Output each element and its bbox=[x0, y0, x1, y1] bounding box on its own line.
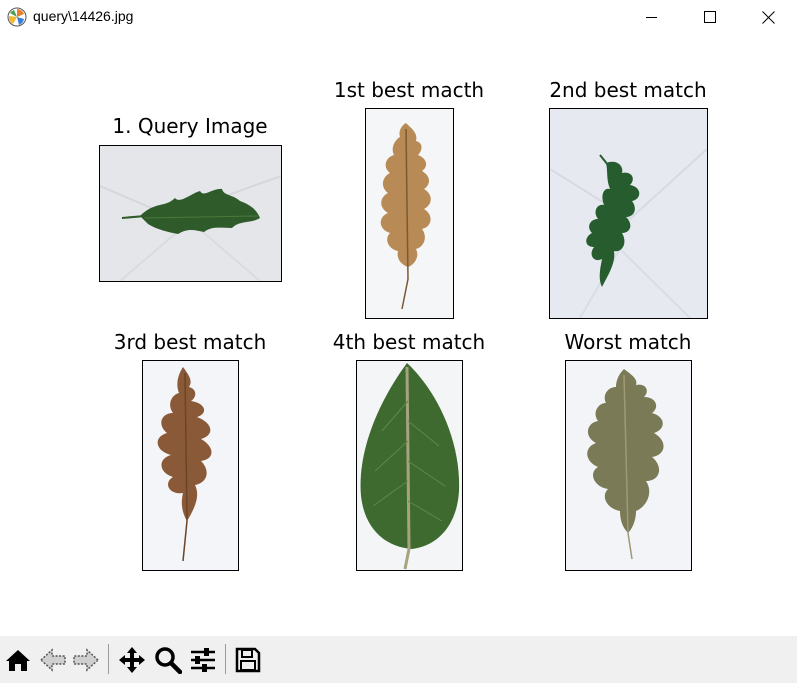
back-button[interactable] bbox=[38, 645, 68, 675]
worst-match-image bbox=[565, 360, 692, 571]
forward-arrow-icon bbox=[73, 648, 100, 672]
back-arrow-icon bbox=[39, 648, 66, 672]
home-button[interactable] bbox=[3, 645, 33, 675]
close-icon bbox=[761, 10, 775, 24]
close-button[interactable] bbox=[739, 0, 797, 34]
save-button[interactable] bbox=[233, 645, 263, 675]
match-1-title: 1st best macth bbox=[333, 78, 485, 102]
match-4-title: 4th best match bbox=[332, 330, 486, 354]
window-titlebar: query\14426.jpg bbox=[0, 0, 797, 34]
match-4-image bbox=[356, 360, 463, 571]
figure-canvas[interactable]: 1. Query Image 1st best macth 2nd best m… bbox=[0, 34, 797, 636]
match-3-image bbox=[142, 360, 239, 571]
minimize-icon bbox=[646, 17, 657, 18]
save-icon bbox=[235, 647, 261, 673]
maximize-icon bbox=[704, 11, 716, 23]
match-1-image bbox=[365, 108, 454, 319]
zoom-icon bbox=[155, 647, 182, 674]
home-icon bbox=[6, 650, 30, 671]
match-2-image bbox=[549, 108, 708, 319]
query-image-title: 1. Query Image bbox=[112, 114, 268, 138]
maximize-button[interactable] bbox=[681, 0, 739, 34]
match-5-title: Worst match bbox=[564, 330, 692, 354]
query-image bbox=[99, 145, 282, 282]
configure-subplots-button[interactable] bbox=[188, 645, 218, 675]
forward-button[interactable] bbox=[71, 645, 101, 675]
match-2-title: 2nd best match bbox=[549, 78, 707, 102]
toolbar-separator bbox=[108, 644, 109, 674]
toolbar-separator bbox=[225, 644, 226, 674]
minimize-button[interactable] bbox=[623, 0, 681, 34]
pan-icon bbox=[119, 647, 145, 673]
pan-button[interactable] bbox=[117, 645, 147, 675]
match-3-title: 3rd best match bbox=[113, 330, 267, 354]
navigation-toolbar bbox=[0, 636, 797, 683]
window-title: query\14426.jpg bbox=[33, 8, 134, 24]
matplotlib-logo-icon bbox=[7, 7, 27, 27]
zoom-button[interactable] bbox=[153, 645, 183, 675]
configure-subplots-icon bbox=[191, 648, 215, 672]
